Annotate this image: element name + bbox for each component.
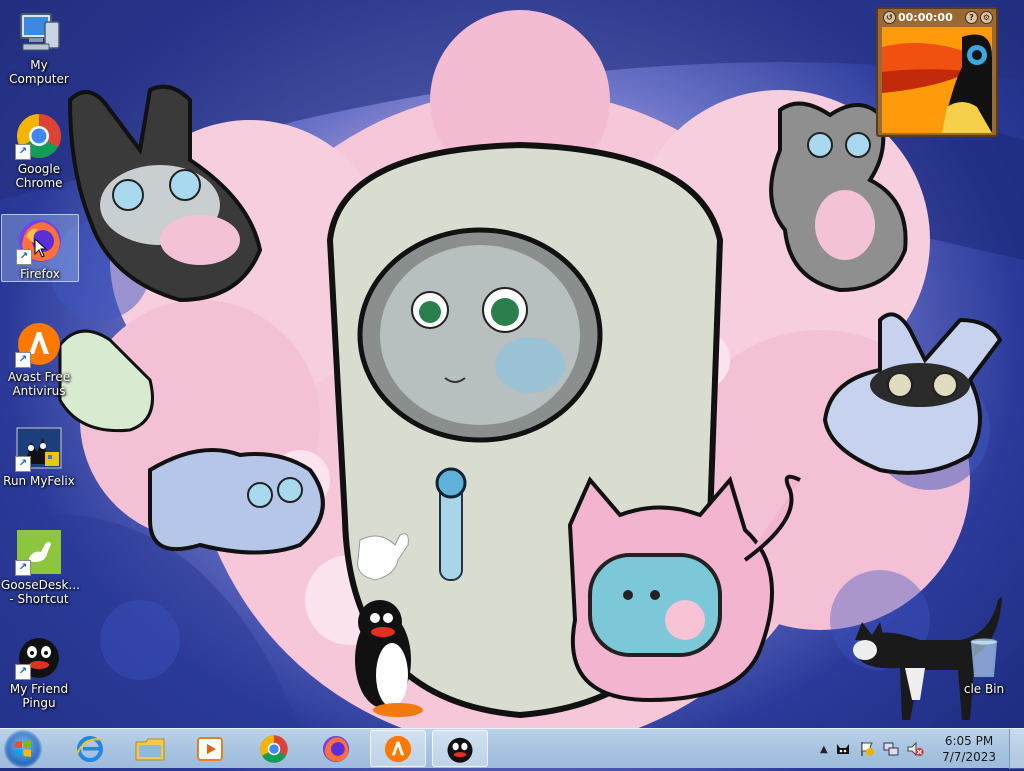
- shortcut-arrow-icon: ↗: [16, 249, 32, 265]
- desktop-icon-google-chrome[interactable]: ↗ Google Chrome: [1, 110, 77, 190]
- taskbar-file-explorer[interactable]: [122, 730, 178, 767]
- taskbar-clock[interactable]: 6:05 PM 7/7/2023: [942, 733, 996, 765]
- clock-time: 6:05 PM: [944, 734, 994, 748]
- shortcut-arrow-icon: ↗: [15, 664, 31, 680]
- chrome-icon: ↗: [15, 112, 63, 160]
- desktop-icon-label: My Friend Pingu: [9, 682, 69, 710]
- desktop-wallpaper: [0, 0, 1024, 728]
- volume-muted-icon[interactable]: [906, 740, 924, 758]
- computer-icon: [15, 8, 63, 56]
- goose-icon: ↗: [15, 528, 63, 576]
- media-player-icon: [197, 736, 223, 761]
- clock-date: 7/7/2023: [942, 750, 996, 764]
- recycle-bin-icon: [960, 632, 1008, 680]
- file-explorer-icon: [135, 738, 165, 760]
- internet-explorer-icon: [76, 735, 104, 762]
- desktop-icon-run-myfelix[interactable]: ↗ Run MyFelix: [1, 422, 77, 488]
- pingu-icon: ↗: [15, 632, 63, 680]
- pingu-icon: [447, 737, 473, 763]
- desktop-icon-my-computer[interactable]: My Computer: [1, 6, 77, 86]
- desktop-icon-label: My Computer: [9, 58, 69, 86]
- taskbar-internet-explorer[interactable]: [62, 730, 118, 767]
- settings-button[interactable]: ⚙: [980, 10, 993, 24]
- toucan-picture: [882, 27, 992, 133]
- timer-display: 00:00:00: [898, 10, 953, 24]
- windows-logo-icon: [15, 740, 31, 757]
- desktop-icon-label: Avast Free Antivirus: [7, 370, 71, 398]
- desktop-icon-my-friend-pingu[interactable]: ↗ My Friend Pingu: [1, 630, 77, 710]
- taskbar-avast[interactable]: [370, 730, 426, 767]
- taskbar-pingu[interactable]: [432, 730, 488, 767]
- desktop-icon-avast[interactable]: ↗ Avast Free Antivirus: [1, 318, 77, 398]
- shortcut-arrow-icon: ↗: [15, 144, 31, 160]
- help-button[interactable]: ?: [965, 10, 978, 24]
- avast-icon: [384, 735, 412, 762]
- desktop-icon-goosedesktop[interactable]: ↗ GooseDesk... - Shortcut: [1, 526, 80, 606]
- chrome-icon: [260, 734, 288, 763]
- taskbar-firefox[interactable]: [308, 730, 364, 767]
- taskbar-chrome[interactable]: [246, 730, 302, 767]
- desktop-icon-recycle-bin[interactable]: cle Bin: [946, 630, 1022, 696]
- desktop-icon-label: Run MyFelix: [3, 474, 75, 488]
- desktop-icon-label: GooseDesk... - Shortcut: [1, 578, 80, 606]
- cat-tray-icon[interactable]: [834, 740, 852, 758]
- desktop-icon-label: Firefox: [20, 267, 60, 281]
- shortcut-arrow-icon: ↗: [15, 560, 31, 576]
- action-center-flag-icon[interactable]: [858, 740, 876, 758]
- taskbar: ▲ 6:05 PM 7/7/2023: [0, 728, 1024, 769]
- desktop-icon-label: Google Chrome: [15, 162, 63, 190]
- firefox-icon: [322, 735, 350, 762]
- shortcut-arrow-icon: ↗: [15, 352, 31, 368]
- avast-icon: ↗: [15, 320, 63, 368]
- start-button[interactable]: [4, 730, 42, 768]
- timer-reset-button[interactable]: ↺: [883, 10, 896, 24]
- mouse-cursor-icon: [34, 238, 48, 258]
- desktop-icon-label: cle Bin: [963, 682, 1005, 696]
- show-hidden-icons-button[interactable]: ▲: [820, 744, 828, 755]
- network-icon[interactable]: [882, 740, 900, 758]
- shortcut-arrow-icon: ↗: [15, 456, 31, 472]
- myfelix-icon: ↗: [15, 424, 63, 472]
- timer-gadget[interactable]: ↺ 00:00:00 ? ⚙: [876, 7, 998, 137]
- show-desktop-button[interactable]: [1009, 729, 1024, 769]
- taskbar-media-player[interactable]: [182, 730, 238, 767]
